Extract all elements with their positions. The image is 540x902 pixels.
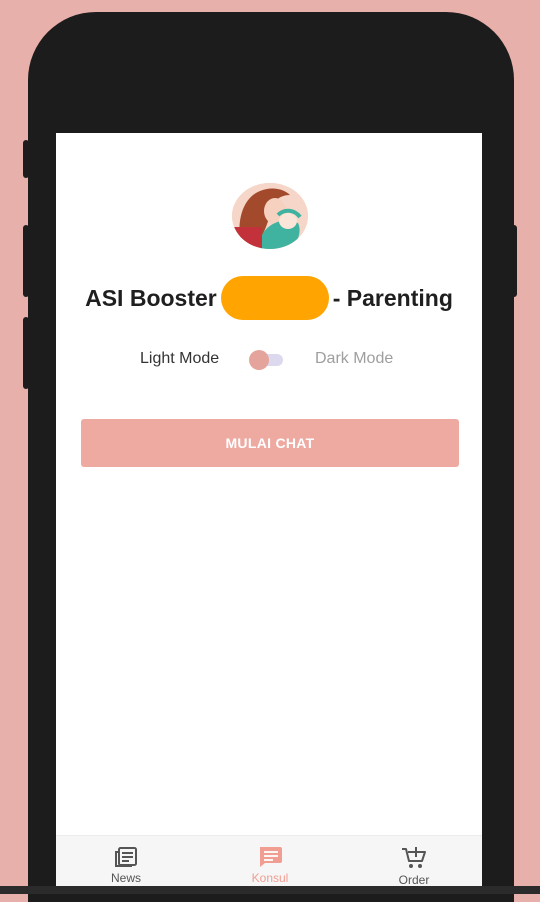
theme-toggle-row: Light Mode Dark Mode — [56, 348, 482, 372]
mother-baby-illustration — [232, 183, 308, 249]
nav-item-konsul[interactable]: Konsul — [225, 846, 315, 885]
phone-side-button-left-mid — [23, 225, 29, 297]
phone-side-button-left-bottom — [23, 317, 29, 389]
redacted-text-block — [220, 276, 329, 320]
nav-item-news[interactable]: News — [81, 846, 171, 885]
cart-icon — [402, 847, 426, 868]
newspaper-icon — [115, 847, 137, 867]
app-screen: ASI Booster - Parenting Light Mode Dark M… — [56, 133, 482, 894]
bottom-edge-strip — [0, 886, 540, 894]
chat-icon — [260, 847, 282, 867]
app-title-suffix: - Parenting — [332, 285, 453, 312]
start-chat-button[interactable]: MULAI CHAT — [81, 419, 459, 467]
nav-label-konsul: Konsul — [251, 871, 289, 885]
app-title-prefix: ASI Booster — [85, 285, 217, 312]
switch-thumb — [249, 350, 269, 370]
dark-mode-switch[interactable] — [249, 350, 287, 370]
app-title: ASI Booster - Parenting — [56, 276, 482, 322]
phone-side-button-right — [511, 225, 517, 297]
light-mode-label: Light Mode — [140, 350, 220, 367]
dark-mode-label: Dark Mode — [315, 350, 394, 367]
nav-item-order[interactable]: Order — [369, 846, 459, 887]
app-logo-avatar — [232, 183, 308, 249]
nav-label-order: Order — [398, 873, 430, 887]
nav-label-news: News — [110, 871, 141, 885]
phone-side-button-left-top — [23, 140, 29, 178]
